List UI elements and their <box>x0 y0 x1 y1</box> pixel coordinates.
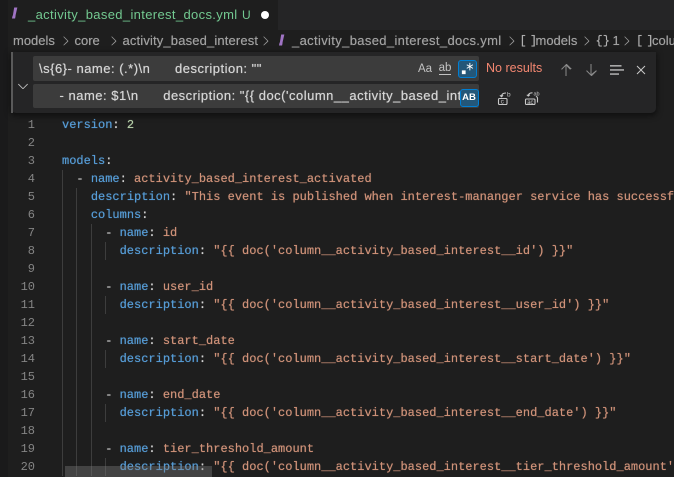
svg-text:ac: ac <box>527 100 533 106</box>
svg-text:ab: ab <box>534 92 540 98</box>
svg-text:b: b <box>507 92 511 99</box>
